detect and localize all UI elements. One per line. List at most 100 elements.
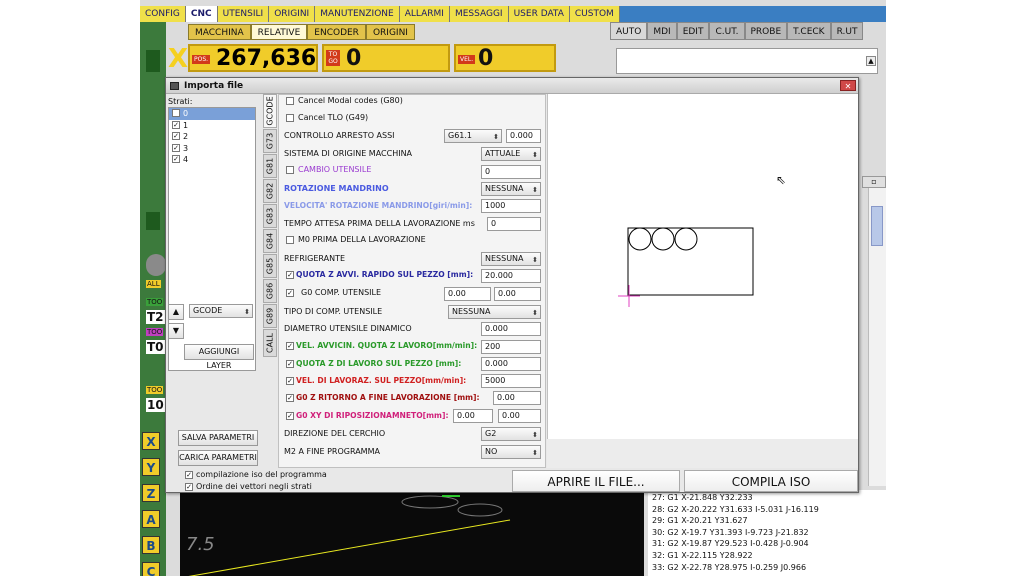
axis-button-b[interactable]: B <box>142 536 160 554</box>
tempo-value[interactable]: 0 <box>487 217 541 231</box>
menu-item-allarmi[interactable]: ALLARMI <box>399 6 450 22</box>
m2-select[interactable]: NO ⬍ <box>481 445 541 459</box>
cycle-tab-g85[interactable]: G85 <box>263 254 277 278</box>
vel-avvic-checkbox[interactable]: ✓ <box>286 342 294 350</box>
tab-mdi[interactable]: MDI <box>647 22 677 40</box>
scrollbar[interactable] <box>868 176 886 486</box>
quota-rapido-checkbox[interactable]: ✓ <box>286 271 294 279</box>
cycle-tab-g81[interactable]: G81 <box>263 154 277 178</box>
rotazione-select[interactable]: NESSUNA ⬍ <box>481 182 541 196</box>
cycle-tab-g73[interactable]: G73 <box>263 129 277 153</box>
tab-auto[interactable]: AUTO <box>610 22 648 40</box>
controllo-select[interactable]: G61.1 ⬍ <box>444 129 502 143</box>
open-file-button[interactable]: APRIRE IL FILE... <box>512 470 680 492</box>
cycle-tab-g82[interactable]: G82 <box>263 179 277 203</box>
menu-item-user-data[interactable]: USER DATA <box>508 6 570 22</box>
menu-item-custom[interactable]: CUSTOM <box>569 6 620 22</box>
load-params-button[interactable]: CARICA PARAMETRI <box>178 450 258 466</box>
cambio-value[interactable]: 0 <box>481 165 541 179</box>
quota-lavoro-checkbox[interactable]: ✓ <box>286 360 294 368</box>
vel-lavoraz-value[interactable]: 5000 <box>481 374 541 388</box>
g0comp-value-2[interactable]: 0.00 <box>494 287 541 301</box>
save-params-button[interactable]: SALVA PARAMETRI <box>178 430 258 446</box>
diametro-value[interactable]: 0.000 <box>481 322 541 336</box>
refrig-select[interactable]: NESSUNA ⬍ <box>481 252 541 266</box>
layer-checkbox[interactable]: ✓ <box>172 120 180 129</box>
velocita-value[interactable]: 1000 <box>481 199 541 213</box>
cancel-modal-checkbox[interactable] <box>286 97 294 105</box>
tab-rut[interactable]: R.UT <box>830 22 864 40</box>
cancel-tlo-checkbox[interactable] <box>286 114 294 122</box>
compile-iso-button[interactable]: COMPILA ISO <box>684 470 858 492</box>
cycle-tab-g83[interactable]: G83 <box>263 204 277 228</box>
cycle-tab-g84[interactable]: G84 <box>263 229 277 253</box>
add-layer-button[interactable]: AGGIUNGI LAYER <box>184 344 254 370</box>
axis-button-y[interactable]: Y <box>142 458 160 476</box>
cycle-tab-g89[interactable]: G89 <box>263 304 277 328</box>
layer-item[interactable]: ✓ 3 <box>169 143 255 155</box>
layer-item[interactable]: ✓ 2 <box>169 131 255 143</box>
g0xy-value-2[interactable]: 0.00 <box>498 409 541 423</box>
layer-checkbox[interactable]: ✓ <box>172 143 180 152</box>
layer-up-button[interactable]: ▲ <box>168 304 184 320</box>
quota-lavoro-value[interactable]: 0.000 <box>481 357 541 371</box>
vel-lavoraz-checkbox[interactable]: ✓ <box>286 377 294 385</box>
cycle-tab-label: G85 <box>265 257 275 275</box>
compile-iso-checkbox[interactable]: ✓ <box>185 471 193 479</box>
axis-button-z[interactable]: Z <box>142 484 160 502</box>
direzione-select[interactable]: G2 ⬍ <box>481 427 541 441</box>
cambio-checkbox[interactable] <box>286 166 294 174</box>
tab-edit[interactable]: EDIT <box>676 22 710 40</box>
layer-checkbox[interactable]: ✓ <box>172 132 180 140</box>
g0comp-value-1[interactable]: 0.00 <box>444 287 491 301</box>
scroll-up-icon[interactable]: ▲ <box>866 56 876 66</box>
velocita-label: VELOCITA' ROTAZIONE MANDRINO[giri/min]: <box>284 201 473 210</box>
m0-checkbox[interactable] <box>286 236 294 244</box>
tipo-comp-select[interactable]: NESSUNA ⬍ <box>448 305 541 319</box>
cycle-tab-gcode[interactable]: GCODE <box>263 94 277 128</box>
tab-cut[interactable]: C.UT. <box>709 22 745 40</box>
g0xy-value-1[interactable]: 0.00 <box>453 409 493 423</box>
g0z-checkbox[interactable]: ✓ <box>286 394 294 402</box>
layer-down-button[interactable]: ▼ <box>168 323 184 339</box>
cycle-tab-call[interactable]: CALL <box>263 329 277 357</box>
menu-item-utensili[interactable]: UTENSILI <box>217 6 270 22</box>
g0xy-checkbox[interactable]: ✓ <box>286 412 294 420</box>
g0comp-checkbox[interactable]: ✓ <box>286 289 294 297</box>
controllo-value[interactable]: 0.000 <box>506 129 541 143</box>
vector-order-label: Ordine dei vettori negli strati <box>196 482 312 491</box>
subtab-encoder[interactable]: ENCODER <box>307 24 366 40</box>
subtab-relative[interactable]: RELATIVE <box>250 24 308 40</box>
menu-item-config[interactable]: CONFIG <box>140 6 186 22</box>
subtab-macchina[interactable]: MACCHINA <box>188 24 251 40</box>
layer-item[interactable]: ✓ 4 <box>169 154 255 166</box>
preview-canvas[interactable]: ⇖ <box>547 94 858 439</box>
quota-rapido-value[interactable]: 20.000 <box>481 269 541 283</box>
tab-probe[interactable]: PROBE <box>744 22 788 40</box>
menu-item-cnc[interactable]: CNC <box>185 6 218 22</box>
restore-icon[interactable]: ▫ <box>862 176 886 188</box>
tab-tceck[interactable]: T.CECK <box>787 22 831 40</box>
layer-checkbox[interactable]: ✓ <box>172 155 180 163</box>
axis-button-x[interactable]: X <box>142 432 160 450</box>
sistema-select[interactable]: ATTUALE ⬍ <box>481 147 541 161</box>
axis-button-a[interactable]: A <box>142 510 160 528</box>
menu-item-manutenzione[interactable]: MANUTENZIONE <box>315 6 400 22</box>
menu-item-messaggi[interactable]: MESSAGGI <box>449 6 509 22</box>
g0z-value[interactable]: 0.00 <box>493 391 541 405</box>
layer-item[interactable]: ✓ 1 <box>169 120 255 132</box>
layer-item[interactable]: ✓ 0 <box>169 108 255 120</box>
cycle-tab-g86[interactable]: G86 <box>263 279 277 303</box>
close-icon[interactable]: ✕ <box>840 80 856 91</box>
g0z-label: G0 Z RITORNO A FINE LAVORAZIONE [mm]: <box>296 393 480 402</box>
tool-label: TOO <box>146 386 164 394</box>
layer-type-select[interactable]: GCODE ⬍ <box>189 304 253 318</box>
axis-button-c[interactable]: C <box>142 562 160 576</box>
gcode-listing[interactable]: 27: G1 X-21.848 Y32.233 28: G2 X-20.222 Y… <box>648 490 886 576</box>
menu-item-origini[interactable]: ORIGINI <box>269 6 316 22</box>
vel-avvic-value[interactable]: 200 <box>481 340 541 354</box>
m2-label: M2 A FINE PROGRAMMA <box>284 447 380 456</box>
subtab-origini[interactable]: ORIGINI <box>365 24 415 40</box>
layer-checkbox[interactable]: ✓ <box>172 109 180 117</box>
vector-order-checkbox[interactable]: ✓ <box>185 483 193 491</box>
